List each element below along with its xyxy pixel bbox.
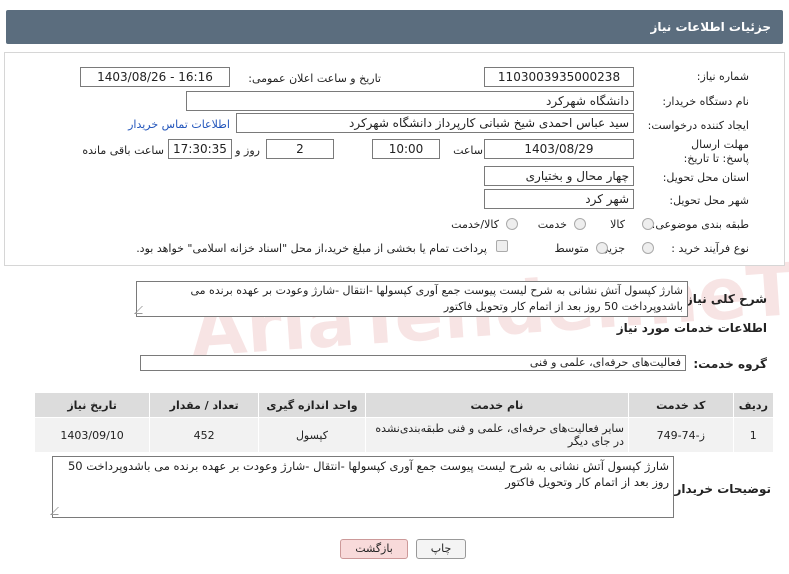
requester-field[interactable]: سید عباس احمدی شیخ شبانی کارپرداز دانشگا… (236, 113, 634, 133)
time-remaining-field[interactable]: 17:30:35 (168, 139, 232, 159)
cell-service-name: سایر فعالیت‌های حرفه‌ای، علمی و فنی طبقه… (364, 417, 629, 453)
category-goods-radio[interactable] (642, 218, 654, 230)
table-header-row: ردیف کد خدمت نام خدمت واحد اندازه گیری ت… (33, 392, 775, 418)
need-number-label: شماره نیاز: (696, 70, 749, 83)
category-goods-service-label: کالا/خدمت (451, 218, 499, 231)
treasury-payment-note: پرداخت تمام یا بخشی از مبلغ خرید،از محل … (136, 242, 487, 255)
days-remaining-field[interactable]: 2 (266, 139, 334, 159)
category-service-radio[interactable] (574, 218, 586, 230)
col-unit: واحد اندازه گیری (258, 392, 366, 418)
buyer-notes-label: توضیحات خریدار: (669, 482, 771, 496)
cell-service-code: ز-74-749 (627, 417, 734, 453)
treasury-payment-checkbox[interactable] (496, 240, 508, 252)
cell-unit: کپسول (258, 417, 366, 453)
deadline-time-field[interactable]: 10:00 (372, 139, 440, 159)
service-group-label: گروه خدمت: (693, 357, 767, 371)
announce-datetime-field[interactable]: 1403/08/26 - 16:16 (80, 67, 230, 87)
process-medium-radio[interactable] (596, 242, 608, 254)
summary-textarea[interactable]: شارژ کپسول آتش نشانی به شرح لیست پیوست ج… (136, 281, 688, 317)
announce-datetime-label: تاریخ و ساعت اعلان عمومی: (248, 72, 381, 85)
province-label: استان محل تحویل: (662, 171, 749, 184)
cell-need-date: 1403/09/10 (33, 417, 151, 453)
category-goods-label: کالا (610, 218, 625, 231)
requester-label: ایجاد کننده درخواست: (647, 119, 749, 132)
category-goods-service-radio[interactable] (506, 218, 518, 230)
buyer-org-label: نام دستگاه خریدار: (662, 95, 749, 108)
category-service-label: خدمت (537, 218, 567, 231)
days-label: روز و (235, 144, 260, 157)
province-field[interactable]: چهار محال و بختیاری (484, 166, 634, 186)
buyer-contact-link[interactable]: اطلاعات تماس خریدار (128, 118, 230, 131)
deadline-time-label: ساعت (453, 144, 483, 157)
services-table: ردیف کد خدمت نام خدمت واحد اندازه گیری ت… (33, 392, 775, 453)
table-row: 1 ز-74-749 سایر فعالیت‌های حرفه‌ای، علمی… (33, 417, 775, 453)
col-quantity: تعداد / مقدار (149, 392, 260, 418)
time-remaining-label: ساعت باقی مانده (82, 144, 164, 157)
cell-row-number: 1 (732, 417, 775, 453)
service-group-field[interactable]: فعالیت‌های حرفه‌ای، علمی و فنی (140, 355, 686, 371)
process-type-label: نوع فرآیند خرید : (671, 242, 749, 255)
back-button[interactable]: بازگشت (340, 539, 408, 559)
city-label: شهر محل تحویل: (669, 194, 749, 207)
process-medium-label: متوسط (554, 242, 589, 255)
col-service-code: کد خدمت (627, 392, 734, 418)
deadline-date-field[interactable]: 1403/08/29 (484, 139, 634, 159)
buyer-notes-textarea[interactable]: شارژ کپسول آتش نشانی به شرح لیست پیوست ج… (52, 456, 674, 518)
cell-quantity: 452 (149, 417, 260, 453)
services-section-title: اطلاعات خدمات مورد نیاز (616, 321, 767, 335)
col-need-date: تاریخ نیاز (33, 392, 151, 418)
deadline-label: مهلت ارسال پاسخ: تا تاریخ: (683, 138, 749, 165)
need-number-field[interactable]: 1103003935000238 (484, 67, 634, 87)
col-service-name: نام خدمت (364, 392, 629, 418)
page-title: جزئیات اطلاعات نیاز (6, 10, 783, 44)
print-button[interactable]: چاپ (416, 539, 466, 559)
category-label: طبقه بندی موضوعی: (651, 218, 749, 231)
buyer-org-field[interactable]: دانشگاه شهرکرد (186, 91, 634, 111)
process-minor-radio[interactable] (642, 242, 654, 254)
col-row-number: ردیف (732, 392, 775, 418)
city-field[interactable]: شهر کرد (484, 189, 634, 209)
summary-label: شرح کلی نیاز: (681, 292, 767, 306)
